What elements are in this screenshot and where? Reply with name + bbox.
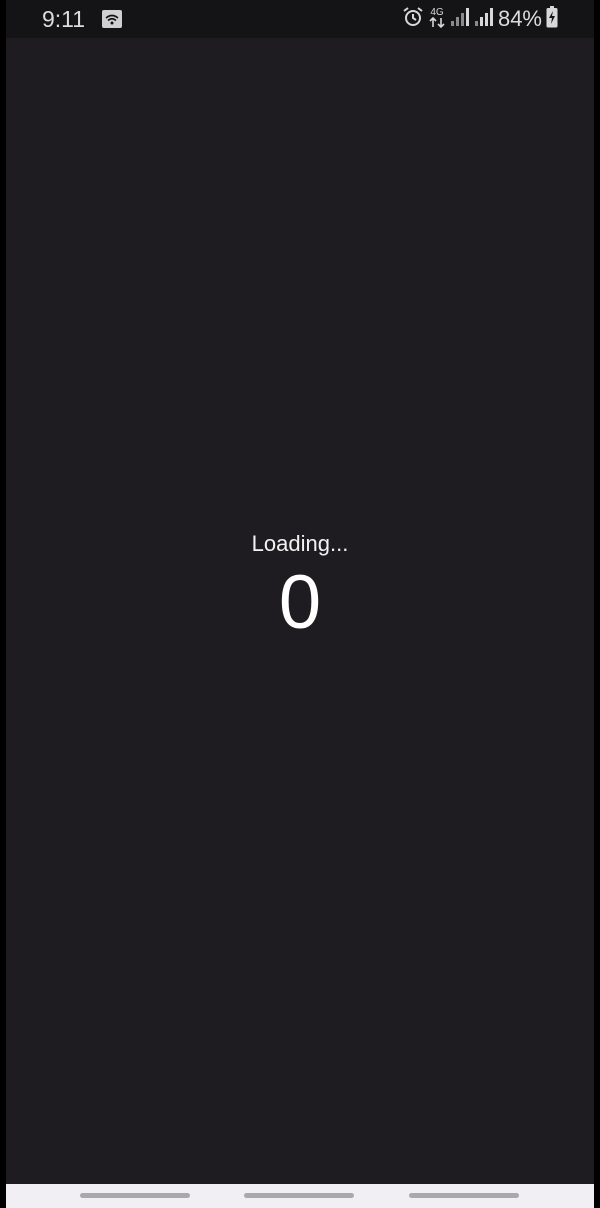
app-screen: 9:11 4G 84% Loading... 0	[6, 0, 594, 1208]
signal-icon	[474, 7, 494, 32]
battery-charging-icon	[546, 5, 558, 33]
battery-percent: 84%	[497, 6, 542, 31]
nav-handle-center[interactable]	[244, 1193, 354, 1198]
network-type-label: 4G	[430, 7, 444, 18]
status-time: 9:11	[42, 6, 86, 32]
loading-counter: 0	[278, 560, 322, 645]
loading-label: Loading...	[251, 531, 349, 556]
loading-screen: Loading... 0	[6, 38, 594, 1184]
4g-data-icon: 4G	[428, 5, 446, 34]
status-icons: 4G 84%	[398, 5, 558, 34]
signal-icon	[450, 7, 470, 32]
navigation-bar	[6, 1184, 594, 1208]
image-notification-icon	[102, 10, 122, 28]
nav-handle-left[interactable]	[80, 1193, 190, 1198]
nav-handle-right[interactable]	[409, 1193, 519, 1198]
alarm-icon	[402, 6, 424, 33]
status-bar: 9:11 4G 84%	[6, 0, 594, 38]
